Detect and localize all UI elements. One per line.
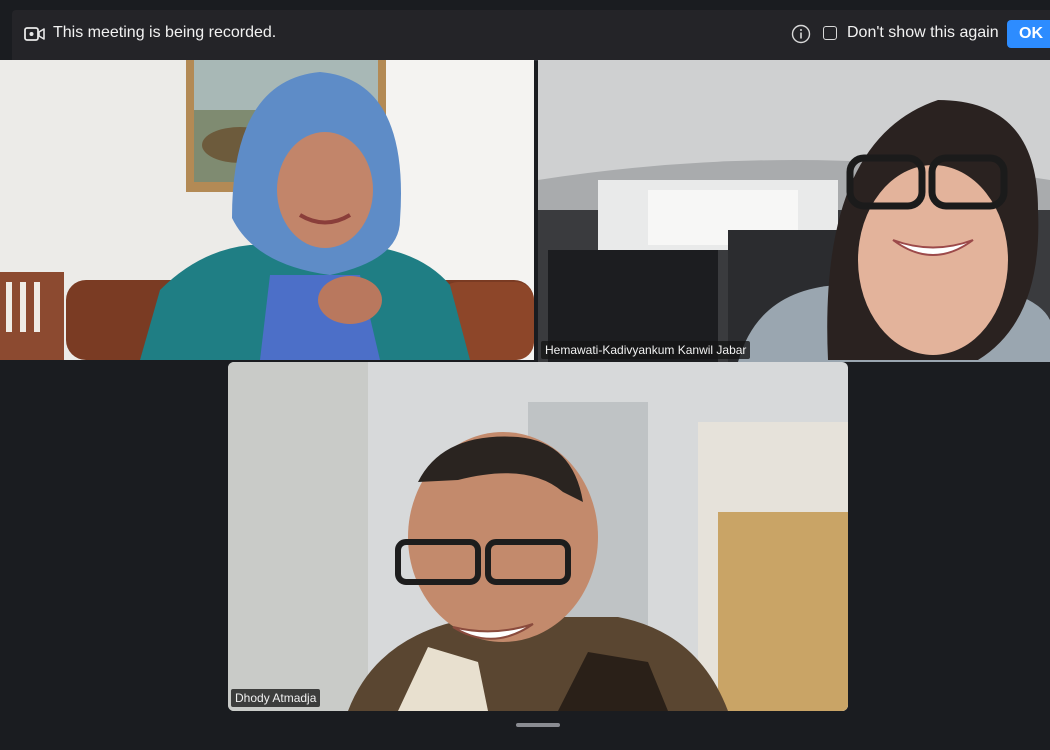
participant-name-tag: Dhody Atmadja bbox=[231, 689, 321, 707]
participant-video-feed bbox=[538, 60, 1050, 362]
recording-notice-text: This meeting is being recorded. bbox=[53, 24, 277, 41]
ok-button[interactable]: OK bbox=[1007, 20, 1050, 48]
panel-drag-handle[interactable] bbox=[516, 723, 560, 727]
participant-video-feed bbox=[0, 60, 534, 360]
dont-show-again-checkbox[interactable] bbox=[823, 26, 837, 40]
recording-banner: This meeting is being recorded. Don't sh… bbox=[12, 10, 1050, 61]
info-icon[interactable] bbox=[791, 24, 811, 49]
participant-video-tile[interactable]: Hemawati-Kadivyankum Kanwil Jabar bbox=[538, 60, 1050, 362]
participant-name-tag: Hemawati-Kadivyankum Kanwil Jabar bbox=[541, 341, 751, 359]
participant-video-tile[interactable]: Dhody Atmadja bbox=[228, 362, 848, 711]
participant-video-feed bbox=[228, 362, 848, 711]
recording-camera-icon bbox=[24, 25, 46, 48]
participant-video-tile[interactable] bbox=[0, 60, 534, 360]
dont-show-again-label[interactable]: Don't show this again bbox=[847, 24, 999, 42]
